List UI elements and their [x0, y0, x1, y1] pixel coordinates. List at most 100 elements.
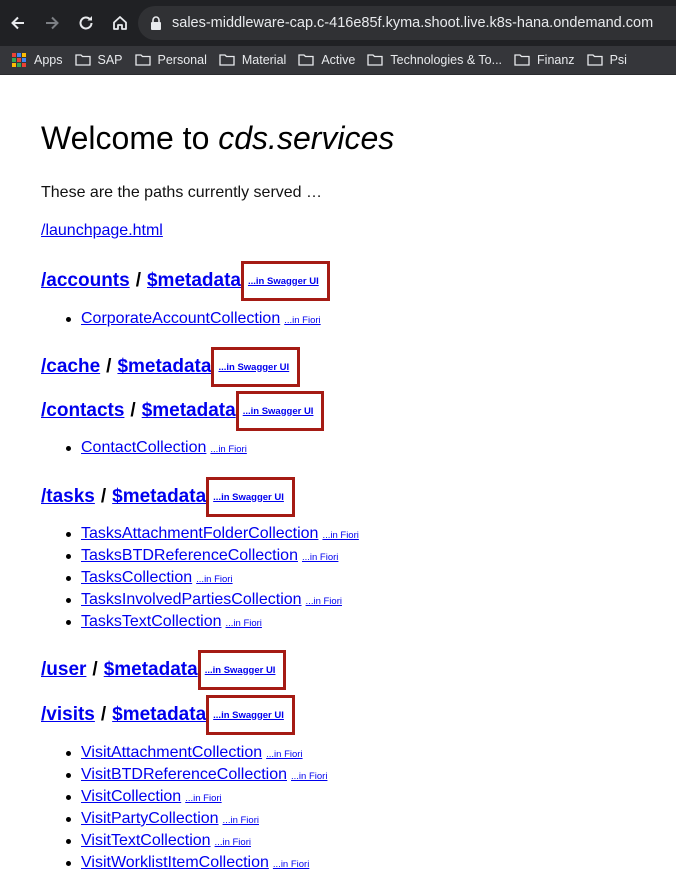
- fiori-link[interactable]: ...in Fiori: [322, 530, 358, 541]
- entity-link[interactable]: VisitBTDReferenceCollection: [81, 766, 287, 783]
- swagger-ui-link[interactable]: ...in Swagger UI: [248, 276, 319, 287]
- list-item: TasksBTDReferenceCollection ...in Fiori: [66, 545, 359, 567]
- swagger-ui-link[interactable]: ...in Swagger UI: [218, 362, 289, 373]
- reload-button[interactable]: [70, 7, 102, 39]
- list-item: TasksAttachmentFolderCollection ...in Fio…: [66, 523, 359, 545]
- service-path-link[interactable]: /accounts: [41, 270, 130, 292]
- bookmark-folder-psi[interactable]: Psi: [583, 46, 635, 74]
- fiori-link[interactable]: ...in Fiori: [266, 749, 302, 760]
- url-text: sales-middleware-cap.c-416e85f.kyma.shoo…: [172, 15, 654, 31]
- service-visits: /visits / $metadata ...in Swagger UI: [41, 695, 295, 735]
- launchpage-link[interactable]: /launchpage.html: [41, 222, 163, 239]
- fiori-link[interactable]: ...in Fiori: [291, 771, 327, 782]
- arrow-right-icon: [46, 16, 59, 30]
- entity-link[interactable]: VisitAttachmentCollection: [81, 744, 262, 761]
- folder-icon: [514, 54, 530, 66]
- title-emphasis: cds.services: [218, 120, 395, 156]
- separator: /: [100, 704, 107, 725]
- separator: /: [130, 400, 136, 421]
- separator: /: [100, 486, 107, 507]
- forward-button[interactable]: [36, 7, 68, 39]
- bookmarks-bar: Apps SAP Personal Material Active Techno…: [0, 46, 676, 75]
- metadata-link[interactable]: $metadata: [147, 270, 241, 292]
- bookmark-folder-active[interactable]: Active: [294, 46, 363, 74]
- title-prefix: Welcome to: [41, 120, 219, 156]
- swagger-ui-link[interactable]: ...in Swagger UI: [213, 710, 284, 721]
- entity-link[interactable]: TasksAttachmentFolderCollection: [81, 525, 318, 542]
- swagger-ui-link[interactable]: ...in Swagger UI: [205, 665, 276, 676]
- entity-list: CorporateAccountCollection ...in Fiori: [41, 308, 321, 330]
- home-button[interactable]: [104, 7, 136, 39]
- bookmark-label: Personal: [157, 53, 207, 67]
- bookmark-apps[interactable]: Apps: [0, 46, 71, 74]
- entity-link[interactable]: TasksInvolvedPartiesCollection: [81, 591, 302, 608]
- bookmark-folder-finanz[interactable]: Finanz: [510, 46, 583, 74]
- fiori-link[interactable]: ...in Fiori: [226, 618, 262, 629]
- metadata-link[interactable]: $metadata: [104, 659, 198, 681]
- list-item: VisitAttachmentCollection ...in Fiori: [65, 742, 327, 764]
- fiori-link[interactable]: ...in Fiori: [215, 837, 251, 848]
- entity-link[interactable]: VisitPartyCollection: [81, 810, 219, 827]
- service-user: /user / $metadata ...in Swagger UI: [41, 650, 287, 690]
- swagger-ui-link[interactable]: ...in Swagger UI: [213, 492, 284, 503]
- service-path-link[interactable]: /tasks: [41, 486, 95, 508]
- bookmark-label: Active: [321, 53, 356, 67]
- service-path-link[interactable]: /user: [41, 659, 86, 681]
- entity-link[interactable]: TasksCollection: [81, 569, 192, 586]
- metadata-link[interactable]: $metadata: [142, 400, 236, 422]
- metadata-link[interactable]: $metadata: [112, 486, 206, 508]
- fiori-link[interactable]: ...in Fiori: [196, 574, 232, 585]
- swagger-highlight-box: ...in Swagger UI: [240, 261, 330, 301]
- fiori-link[interactable]: ...in Fiori: [284, 315, 320, 326]
- service-path-link[interactable]: /visits: [41, 704, 95, 726]
- separator: /: [92, 659, 98, 680]
- list-item: TasksCollection ...in Fiori: [66, 567, 359, 589]
- bookmark-label: SAP: [97, 53, 123, 67]
- swagger-highlight-box: ...in Swagger UI: [235, 391, 325, 431]
- folder-icon: [134, 54, 151, 66]
- list-item: VisitWorklistItemCollection ...in Fiori: [65, 852, 327, 874]
- metadata-link[interactable]: $metadata: [117, 356, 211, 378]
- fiori-link[interactable]: ...in Fiori: [223, 815, 259, 826]
- entity-link[interactable]: TasksTextCollection: [81, 613, 222, 630]
- service-contacts: /contacts / $metadata ...in Swagger UI: [41, 391, 325, 431]
- entity-list: ContactCollection ...in Fiori: [41, 437, 247, 459]
- entity-link[interactable]: ContactCollection: [81, 439, 206, 456]
- fiori-link[interactable]: ...in Fiori: [210, 444, 246, 455]
- list-item: VisitTextCollection ...in Fiori: [65, 830, 327, 852]
- fiori-link[interactable]: ...in Fiori: [185, 793, 221, 804]
- service-path-link[interactable]: /cache: [41, 356, 100, 378]
- entity-link[interactable]: TasksBTDReferenceCollection: [81, 547, 298, 564]
- service-cache: /cache / $metadata ...in Swagger UI: [41, 347, 301, 387]
- separator: /: [106, 356, 112, 377]
- metadata-link[interactable]: $metadata: [112, 704, 206, 726]
- list-item: VisitBTDReferenceCollection ...in Fiori: [65, 764, 327, 786]
- entity-link[interactable]: VisitTextCollection: [81, 832, 211, 849]
- entity-link[interactable]: VisitWorklistItemCollection: [81, 854, 269, 871]
- bookmark-folder-technologies[interactable]: Technologies & To...: [363, 46, 510, 74]
- fiori-link[interactable]: ...in Fiori: [302, 552, 338, 563]
- bookmark-folder-sap[interactable]: SAP: [71, 46, 131, 74]
- service-path-link[interactable]: /contacts: [41, 400, 124, 422]
- fiori-link[interactable]: ...in Fiori: [306, 596, 342, 607]
- list-item: VisitPartyCollection ...in Fiori: [65, 808, 327, 830]
- arrow-left-icon: [11, 16, 24, 30]
- entity-link[interactable]: VisitCollection: [81, 788, 181, 805]
- bookmark-label: Material: [241, 53, 287, 67]
- address-bar[interactable]: sales-middleware-cap.c-416e85f.kyma.shoo…: [138, 6, 676, 40]
- swagger-ui-link[interactable]: ...in Swagger UI: [243, 406, 314, 417]
- swagger-highlight-box: ...in Swagger UI: [206, 477, 295, 517]
- bookmark-folder-personal[interactable]: Personal: [131, 46, 215, 74]
- swagger-highlight-box: ...in Swagger UI: [211, 347, 301, 387]
- reload-icon: [79, 16, 93, 30]
- bookmark-folder-material[interactable]: Material: [215, 46, 294, 74]
- separator: /: [135, 270, 141, 291]
- list-item: TasksInvolvedPartiesCollection ...in Fior…: [66, 589, 359, 611]
- browser-toolbar: sales-middleware-cap.c-416e85f.kyma.shoo…: [0, 0, 676, 46]
- folder-icon: [74, 54, 91, 66]
- entity-link[interactable]: CorporateAccountCollection: [81, 310, 280, 327]
- fiori-link[interactable]: ...in Fiori: [273, 859, 309, 870]
- bookmark-label: Apps: [34, 53, 63, 67]
- back-button[interactable]: [2, 7, 34, 39]
- lock-icon: [151, 16, 161, 30]
